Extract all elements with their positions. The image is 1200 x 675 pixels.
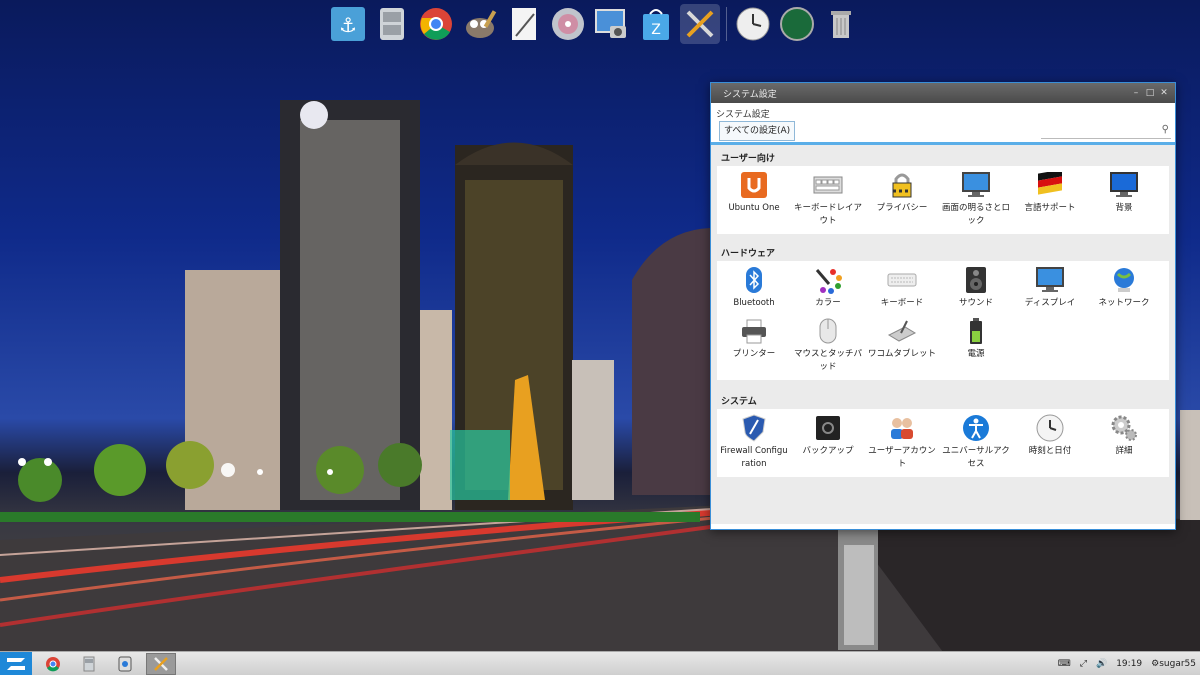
user-name: sugar55 xyxy=(1159,659,1196,669)
background-monitor-icon xyxy=(1109,170,1139,200)
minimize-icon[interactable]: – xyxy=(1131,88,1141,98)
settings-item-details[interactable]: 詳細 xyxy=(1087,411,1161,475)
settings-item-brightness-lock[interactable]: 画面の明るさとロック xyxy=(939,168,1013,232)
section-hardware: Bluetooth カラー キーボード サウンド ディスプレイ ネットワーク プ… xyxy=(717,261,1169,380)
volume-icon[interactable]: 🔊 xyxy=(1096,659,1107,669)
settings-item-user-accounts[interactable]: ユーザーアカウント xyxy=(865,411,939,475)
search-icon: ⚲ xyxy=(1161,124,1169,135)
settings-item-sound[interactable]: サウンド xyxy=(939,263,1013,314)
section-personal-header: ユーザー向け xyxy=(721,154,775,164)
anchor-app-icon[interactable]: ⚓ xyxy=(328,4,368,44)
details-gears-icon xyxy=(1109,413,1139,443)
file-manager-icon xyxy=(83,656,95,671)
network-indicator-icon[interactable]: ⤢ xyxy=(1080,659,1087,669)
window-title: システム設定 xyxy=(723,89,777,100)
disc-burner-icon[interactable] xyxy=(548,4,588,44)
settings-item-firewall[interactable]: Firewall Configuration xyxy=(717,411,791,475)
network-globe-icon xyxy=(1109,265,1139,295)
taskbar-file-manager[interactable] xyxy=(74,653,104,675)
firewall-shield-icon xyxy=(739,413,769,443)
breadcrumb: システム設定 xyxy=(716,110,770,120)
section-system: Firewall Configuration バックアップ ユーザーアカウント … xyxy=(717,409,1169,477)
section-hardware-header: ハードウェア xyxy=(721,249,776,259)
section-personal: Ubuntu One キーボードレイアウト プライバシー 画面の明るさとロック … xyxy=(717,166,1169,234)
clock-time[interactable]: 19:19 xyxy=(1116,659,1142,669)
close-icon[interactable]: ✕ xyxy=(1159,88,1169,98)
chrome-icon[interactable] xyxy=(416,4,456,44)
settings-item-network[interactable]: ネットワーク xyxy=(1087,263,1161,314)
maximize-icon[interactable]: □ xyxy=(1145,88,1155,98)
settings-item-color[interactable]: カラー xyxy=(791,263,865,314)
system-settings-icon xyxy=(154,656,168,671)
software-store-icon[interactable]: Z xyxy=(636,4,676,44)
user-menu[interactable]: ⚙sugar55 xyxy=(1151,659,1196,669)
dock-separator xyxy=(726,7,727,41)
section-system-header: システム xyxy=(721,397,757,407)
keyboard-icon xyxy=(887,265,917,295)
application-dock: ⚓ Z xyxy=(328,2,868,46)
svg-text:⚓: ⚓ xyxy=(339,13,357,37)
system-tray: ⌨ ⤢ 🔊 19:19 ⚙sugar55 xyxy=(1058,652,1196,675)
settings-item-background[interactable]: 背景 xyxy=(1087,168,1161,232)
svg-text:Z: Z xyxy=(651,22,661,38)
battery-icon xyxy=(961,316,991,346)
settings-item-power[interactable]: 電源 xyxy=(939,314,1013,378)
speaker-icon xyxy=(961,265,991,295)
settings-item-printer[interactable]: プリンター xyxy=(717,314,791,378)
privacy-lock-icon xyxy=(887,170,917,200)
settings-item-display[interactable]: ディスプレイ xyxy=(1013,263,1087,314)
start-menu-button[interactable] xyxy=(0,651,32,675)
keyboard-layout-icon xyxy=(813,170,843,200)
taskbar-chrome[interactable] xyxy=(38,653,68,675)
settings-item-privacy[interactable]: プライバシー xyxy=(865,168,939,232)
settings-item-ubuntu-one[interactable]: Ubuntu One xyxy=(717,168,791,232)
settings-item-mouse-touchpad[interactable]: マウスとタッチパッド xyxy=(791,314,865,378)
printer-icon xyxy=(739,316,769,346)
universal-access-icon xyxy=(961,413,991,443)
all-settings-button[interactable]: すべての設定(A) xyxy=(719,121,796,141)
green-orb-icon[interactable] xyxy=(777,4,817,44)
file-manager-icon[interactable] xyxy=(372,4,412,44)
system-settings-window: システム設定 – □ ✕ システム設定 すべての設定(A) ⚲ ユーザー向け U… xyxy=(710,82,1176,530)
mouse-icon xyxy=(813,316,843,346)
zorin-logo-icon xyxy=(7,657,25,670)
text-editor-icon[interactable] xyxy=(504,4,544,44)
taskbar-system-settings[interactable] xyxy=(146,652,176,675)
settings-item-universal-access[interactable]: ユニバーサルアクセス xyxy=(939,411,1013,475)
settings-item-time-date[interactable]: 時刻と日付 xyxy=(1013,411,1087,475)
settings-item-keyboard[interactable]: キーボード xyxy=(865,263,939,314)
system-settings-icon[interactable] xyxy=(680,4,720,44)
gimp-icon[interactable] xyxy=(460,4,500,44)
settings-item-wacom-tablet[interactable]: ワコムタブレット xyxy=(865,314,939,378)
settings-item-backup[interactable]: バックアップ xyxy=(791,411,865,475)
screenshot-icon[interactable] xyxy=(592,4,632,44)
chrome-icon xyxy=(46,656,60,671)
user-accounts-icon xyxy=(887,413,917,443)
toolbar: すべての設定(A) ⚲ xyxy=(711,119,1175,145)
keyboard-indicator-icon[interactable]: ⌨ xyxy=(1058,659,1071,669)
backup-safe-icon xyxy=(813,413,843,443)
display-icon xyxy=(1035,265,1065,295)
language-flag-icon xyxy=(1035,170,1065,200)
bluetooth-icon xyxy=(739,265,769,295)
window-titlebar[interactable]: システム設定 – □ ✕ xyxy=(711,83,1175,103)
clock-icon xyxy=(1035,413,1065,443)
taskbar-screenshot[interactable] xyxy=(110,653,140,675)
screenshot-icon xyxy=(118,656,132,671)
settings-item-bluetooth[interactable]: Bluetooth xyxy=(717,263,791,314)
settings-item-keyboard-layout[interactable]: キーボードレイアウト xyxy=(791,168,865,232)
settings-item-language-support[interactable]: 言語サポート xyxy=(1013,168,1087,232)
trash-icon[interactable] xyxy=(821,4,861,44)
ubuntu-one-icon xyxy=(739,170,769,200)
gear-icon: ⚙ xyxy=(1151,659,1160,669)
taskbar: ⌨ ⤢ 🔊 19:19 ⚙sugar55 xyxy=(0,651,1200,675)
color-palette-icon xyxy=(813,265,843,295)
brightness-lock-icon xyxy=(961,170,991,200)
wacom-tablet-icon xyxy=(887,316,917,346)
clock-app-icon[interactable] xyxy=(733,4,773,44)
settings-content: ユーザー向け Ubuntu One キーボードレイアウト プライバシー 画面の明… xyxy=(711,145,1175,524)
search-input[interactable] xyxy=(1041,125,1171,139)
